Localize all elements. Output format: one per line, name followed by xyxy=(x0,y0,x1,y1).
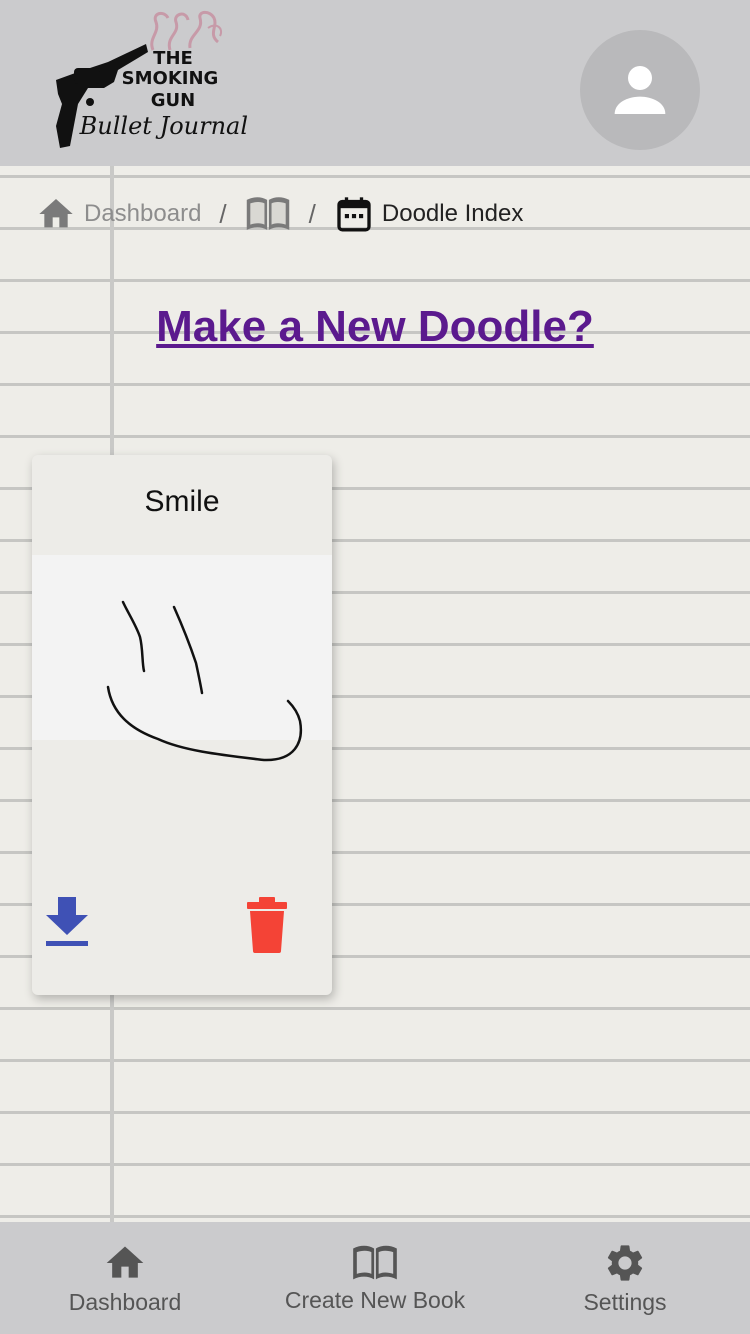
app-header: THE SMOKING GUN Bullet Journals xyxy=(0,0,750,166)
download-button[interactable] xyxy=(44,895,90,952)
user-avatar-button[interactable] xyxy=(580,30,700,150)
delete-button[interactable] xyxy=(244,897,290,958)
logo-text-smoking: SMOKING xyxy=(122,68,219,89)
breadcrumb-dashboard[interactable]: Dashboard xyxy=(36,194,201,234)
breadcrumb: Dashboard / / Doodle Index xyxy=(36,192,523,236)
breadcrumb-separator: / xyxy=(308,198,316,229)
book-open-icon xyxy=(246,197,289,230)
doodle-title: Smile xyxy=(144,485,220,518)
download-icon xyxy=(46,897,88,946)
bottom-navigation: Dashboard Create New Book Settings xyxy=(0,1222,750,1334)
trash-icon xyxy=(247,897,287,953)
doodle-preview[interactable] xyxy=(32,555,332,762)
gear-icon xyxy=(607,1244,643,1281)
breadcrumb-current: Doodle Index xyxy=(334,194,523,234)
book-open-icon xyxy=(353,1245,397,1279)
logo-text-the: THE xyxy=(153,48,193,69)
nav-create-new-book[interactable]: Create New Book xyxy=(250,1222,500,1334)
nav-settings[interactable]: Settings xyxy=(500,1222,750,1334)
breadcrumb-separator: / xyxy=(219,198,227,229)
home-icon xyxy=(39,199,73,228)
nav-dashboard-label: Dashboard xyxy=(68,1288,182,1315)
nav-dashboard[interactable]: Dashboard xyxy=(0,1222,250,1334)
breadcrumb-dashboard-label: Dashboard xyxy=(84,200,202,227)
breadcrumb-book[interactable] xyxy=(245,194,291,234)
brand-logo[interactable]: THE SMOKING GUN Bullet Journals xyxy=(48,8,260,158)
home-icon xyxy=(106,1246,144,1278)
nav-create-new-book-label: Create New Book xyxy=(284,1286,466,1313)
revolver-logo-icon: THE SMOKING GUN Bullet Journals xyxy=(56,10,260,148)
nav-settings-label: Settings xyxy=(583,1288,667,1315)
doodle-card: Smile xyxy=(32,455,332,995)
breadcrumb-current-label: Doodle Index xyxy=(381,200,524,227)
logo-text-gun: GUN xyxy=(151,90,195,111)
make-new-doodle-link[interactable]: Make a New Doodle? xyxy=(0,302,750,352)
doodle-drawing xyxy=(106,600,303,762)
calendar-icon xyxy=(337,197,371,232)
logo-text-script: Bullet Journals xyxy=(79,112,248,140)
person-icon xyxy=(614,66,666,114)
